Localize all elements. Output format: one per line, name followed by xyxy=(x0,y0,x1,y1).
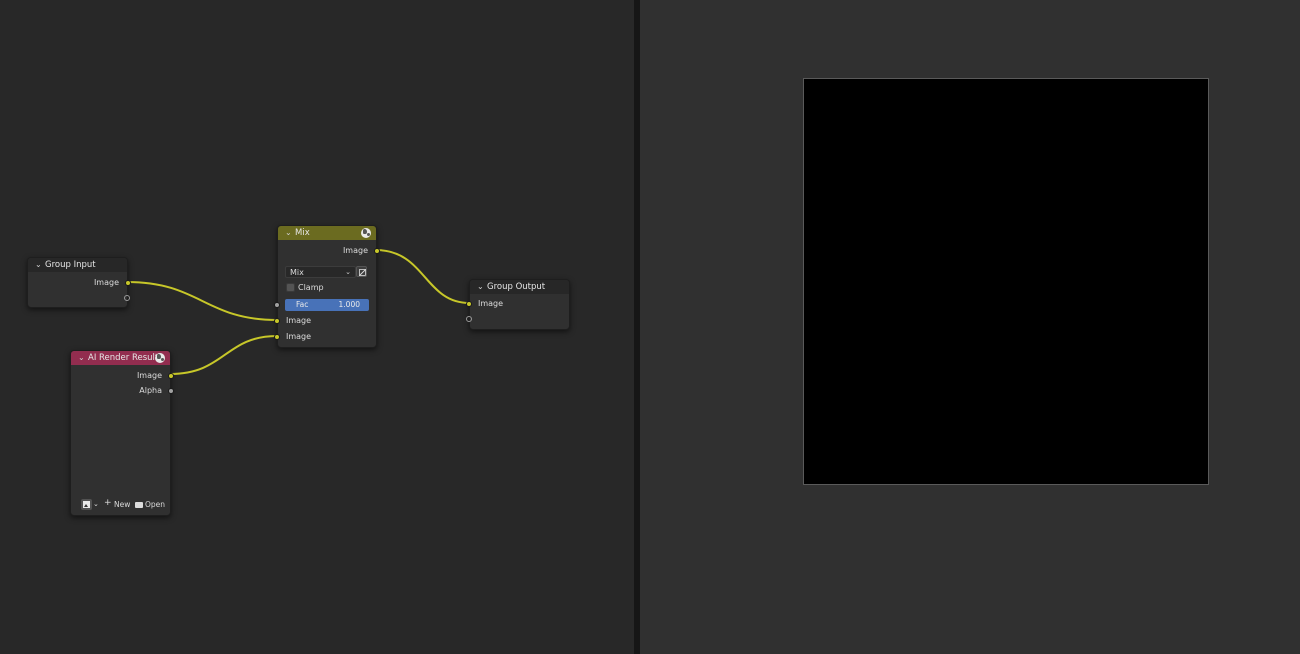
chevron-down-icon[interactable]: ⌄ xyxy=(93,499,99,509)
node-title: Group Output xyxy=(487,282,546,292)
globe-icon xyxy=(155,353,165,363)
output-label-image: Image xyxy=(136,371,162,380)
output-socket-image[interactable] xyxy=(374,248,380,254)
folder-icon xyxy=(135,502,143,508)
group-output-node[interactable]: ⌄ Group Output Image xyxy=(466,279,570,330)
input-label-image-2: Image xyxy=(286,332,312,341)
chevron-down-icon[interactable]: ⌄ xyxy=(35,258,42,272)
input-label-image-1: Image xyxy=(286,316,312,325)
image-editor[interactable] xyxy=(640,0,1300,654)
output-label-alpha: Alpha xyxy=(139,386,162,395)
node-editor[interactable]: ⌄ Group Input Image ⌄ AI Render Result I… xyxy=(0,0,634,654)
fac-label: Fac xyxy=(296,300,309,309)
viewer-image xyxy=(803,78,1209,485)
blender-window: ⌄ Group Input Image ⌄ AI Render Result I… xyxy=(0,0,1300,654)
blend-mode-value: Mix xyxy=(290,268,304,277)
output-socket-alpha[interactable] xyxy=(168,388,174,394)
group-input-node[interactable]: ⌄ Group Input Image xyxy=(27,257,131,308)
node-title: Mix xyxy=(295,228,310,238)
link-mix-to-groupoutput xyxy=(375,249,470,304)
open-label: Open xyxy=(145,500,166,509)
empty-output-socket[interactable] xyxy=(124,295,130,301)
image-icon[interactable] xyxy=(81,499,92,510)
clamp-checkbox[interactable] xyxy=(286,283,295,292)
ai-render-result-node[interactable]: ⌄ AI Render Result Image Alpha ⌄ + New O… xyxy=(70,350,174,516)
mix-node[interactable]: ⌄ Mix Image Mix ⌄ Clamp Fac 1.000 Image … xyxy=(274,225,380,348)
clamp-label: Clamp xyxy=(298,283,324,292)
chevron-down-icon[interactable]: ⌄ xyxy=(78,351,85,365)
node-title: AI Render Result xyxy=(88,353,159,363)
input-socket-image-2[interactable] xyxy=(274,334,280,340)
input-socket-fac[interactable] xyxy=(274,302,280,308)
node-header[interactable]: ⌄ Mix xyxy=(278,226,376,240)
input-socket-image[interactable] xyxy=(466,301,472,307)
plus-icon: + xyxy=(104,498,112,508)
node-header[interactable]: ⌄ Group Input xyxy=(28,258,127,272)
chevron-down-icon[interactable]: ⌄ xyxy=(477,280,484,294)
link-airender-to-mix xyxy=(169,335,278,375)
fac-value: 1.000 xyxy=(338,300,360,309)
blend-mode-dropdown[interactable]: Mix ⌄ xyxy=(285,266,356,278)
link-groupinput-to-mix xyxy=(126,281,278,321)
node-header[interactable]: ⌄ Group Output xyxy=(470,280,569,294)
new-label: New xyxy=(114,500,131,509)
node-title: Group Input xyxy=(45,260,96,270)
globe-icon xyxy=(361,228,371,238)
input-label-image: Image xyxy=(478,299,504,308)
output-label-image: Image xyxy=(342,246,368,255)
chevron-down-icon[interactable]: ⌄ xyxy=(285,226,292,240)
input-socket-image-1[interactable] xyxy=(274,318,280,324)
node-header[interactable]: ⌄ AI Render Result xyxy=(71,351,170,365)
chevron-down-icon: ⌄ xyxy=(345,268,351,276)
fac-slider[interactable]: Fac 1.000 xyxy=(285,299,369,311)
empty-input-socket[interactable] xyxy=(466,316,472,322)
output-label-image: Image xyxy=(93,278,119,287)
output-socket-image[interactable] xyxy=(168,373,174,379)
invert-icon[interactable] xyxy=(356,266,367,277)
output-socket-image[interactable] xyxy=(125,280,131,286)
